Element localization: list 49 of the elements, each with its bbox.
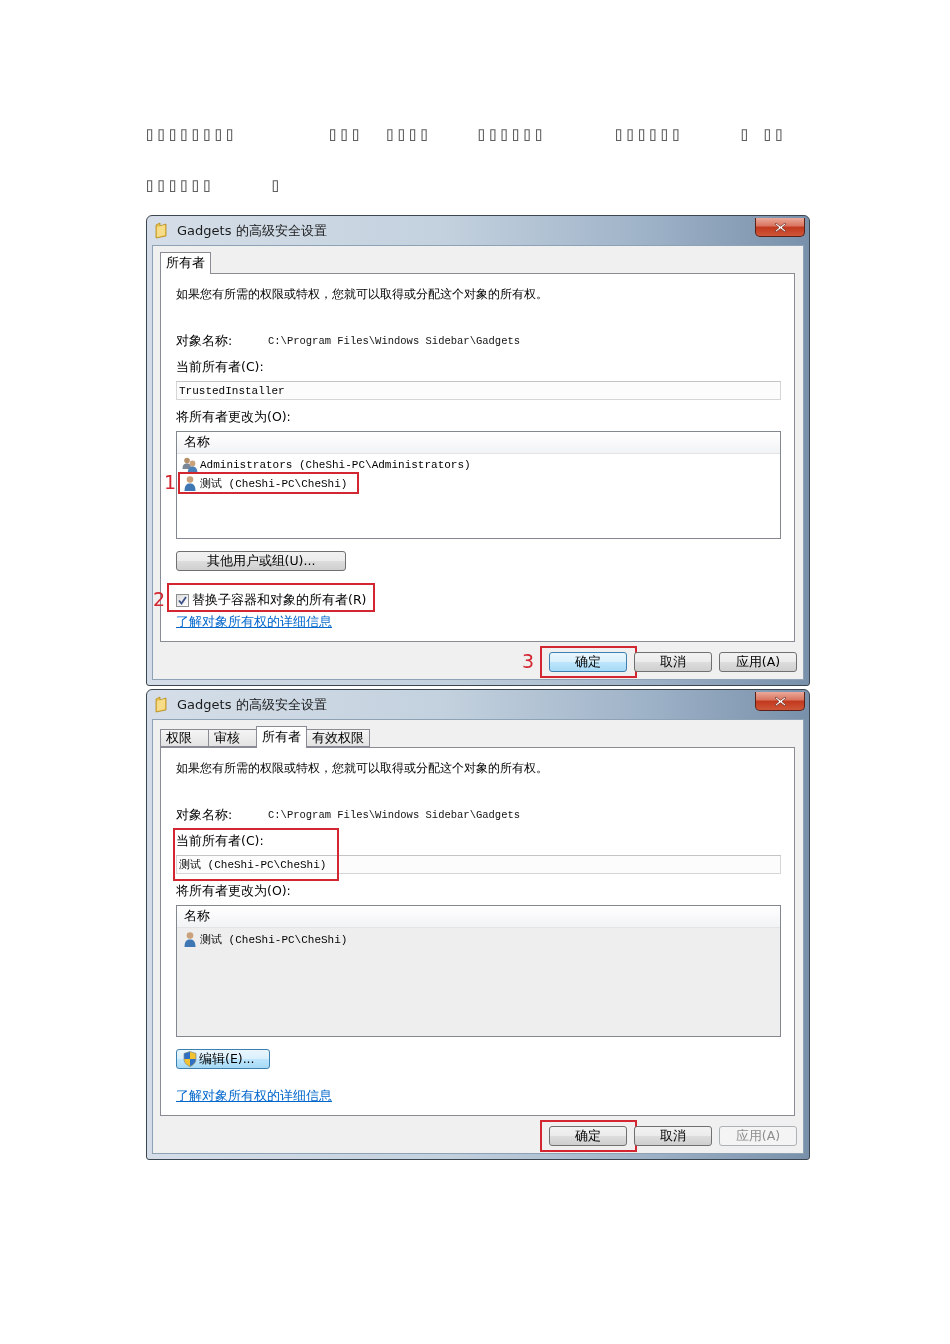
tab[interactable]: 所有者 (256, 726, 307, 748)
callout-number: 2 (152, 589, 165, 609)
window-title: Gadgets 的高级安全设置 (177, 221, 327, 240)
owner-field[interactable]: TrustedInstaller (176, 381, 781, 400)
description-text: 如果您有所需的权限或特权，您就可以取得或分配这个对象的所有权。 (176, 286, 548, 302)
checkbox[interactable] (176, 593, 189, 607)
dialog-button[interactable]: 取消 (634, 1126, 712, 1146)
owner-field[interactable]: 测试 (CheShi-PC\CheShi) (176, 855, 781, 874)
shield-icon (183, 1051, 197, 1067)
tab[interactable]: 有效权限 (306, 729, 370, 747)
change-owner-label: 将所有者更改为(O): (176, 883, 291, 899)
current-owner-label: 当前所有者(C): (176, 833, 264, 849)
object-name-label: 对象名称: (176, 333, 234, 349)
action-button[interactable]: 编辑(E)... (176, 1049, 270, 1069)
checkbox-label[interactable]: 替换子容器和对象的所有者(R) (192, 592, 367, 608)
close-button[interactable] (755, 218, 805, 237)
tab[interactable]: 权限 (160, 729, 209, 747)
ownership-info-link[interactable]: 了解对象所有权的详细信息 (176, 614, 332, 630)
dialog-button[interactable]: 确定 (549, 652, 627, 672)
callout-number: 3 (521, 651, 534, 671)
list-item[interactable]: Administrators (CheShi-PC\Administrators) (182, 456, 471, 474)
users-icon (182, 457, 198, 473)
close-icon (773, 221, 787, 233)
window-title: Gadgets 的高级安全设置 (177, 695, 327, 714)
column-header[interactable]: 名称 (177, 432, 780, 454)
close-icon (773, 695, 787, 707)
close-button[interactable] (755, 692, 805, 711)
action-button[interactable]: 其他用户或组(U)... (176, 551, 346, 571)
check-icon (178, 595, 187, 605)
list-item[interactable]: 测试 (CheShi-PC\CheShi) (182, 474, 348, 492)
tab[interactable]: 审核 (208, 729, 257, 747)
missing-glyph-text: ▯▯▯▯▯▯ ▯ (144, 172, 282, 197)
missing-glyph-text: ▯▯▯▯▯▯▯▯ ▯▯▯ ▯▯▯▯ ▯▯▯▯▯▯ ▯▯▯▯▯▯ ▯ ▯▯ (144, 121, 785, 146)
object-name-label: 对象名称: (176, 807, 234, 823)
folder-icon (155, 222, 167, 239)
dialog-button[interactable]: 取消 (634, 652, 712, 672)
folder-icon (155, 696, 167, 713)
object-path-text: C:\Program Files\Windows Sidebar\Gadgets (268, 334, 521, 349)
callout-number: 1 (163, 472, 176, 492)
current-owner-label: 当前所有者(C): (176, 359, 264, 375)
object-path-text: C:\Program Files\Windows Sidebar\Gadgets (268, 808, 521, 823)
user-icon (182, 475, 198, 491)
ownership-info-link[interactable]: 了解对象所有权的详细信息 (176, 1088, 332, 1104)
dialog-button[interactable]: 应用(A) (719, 652, 797, 672)
dialog-button[interactable]: 确定 (549, 1126, 627, 1146)
user-icon (182, 931, 198, 947)
description-text: 如果您有所需的权限或特权，您就可以取得或分配这个对象的所有权。 (176, 760, 548, 776)
change-owner-label: 将所有者更改为(O): (176, 409, 291, 425)
tab[interactable]: 所有者 (160, 252, 211, 274)
